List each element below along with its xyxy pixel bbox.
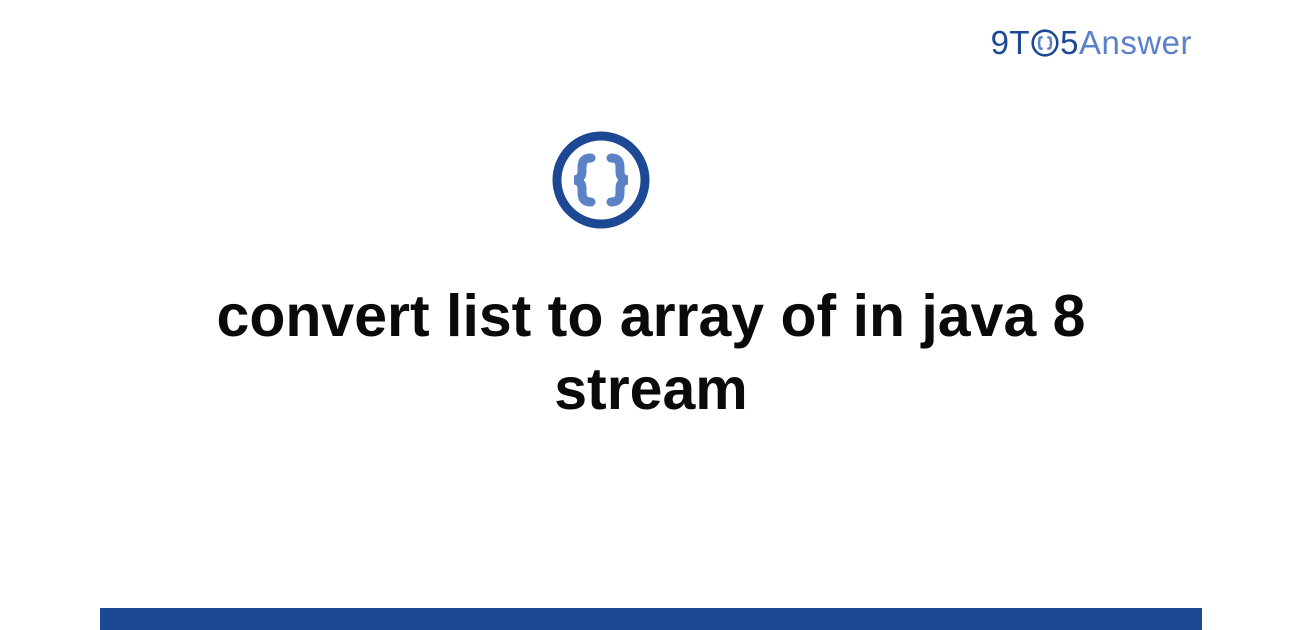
main-content: convert list to array of in java 8 strea…: [0, 130, 1302, 426]
page-title: convert list to array of in java 8 strea…: [126, 280, 1176, 426]
code-braces-icon: [551, 130, 651, 230]
brand-text-3: Answer: [1079, 24, 1192, 62]
code-braces-icon: [1031, 29, 1059, 57]
brand-text-2: 5: [1060, 24, 1079, 62]
brand-text-1: 9T: [991, 24, 1031, 62]
bottom-accent-bar: [100, 608, 1202, 630]
brand-logo: 9T 5 Answer: [991, 24, 1192, 62]
